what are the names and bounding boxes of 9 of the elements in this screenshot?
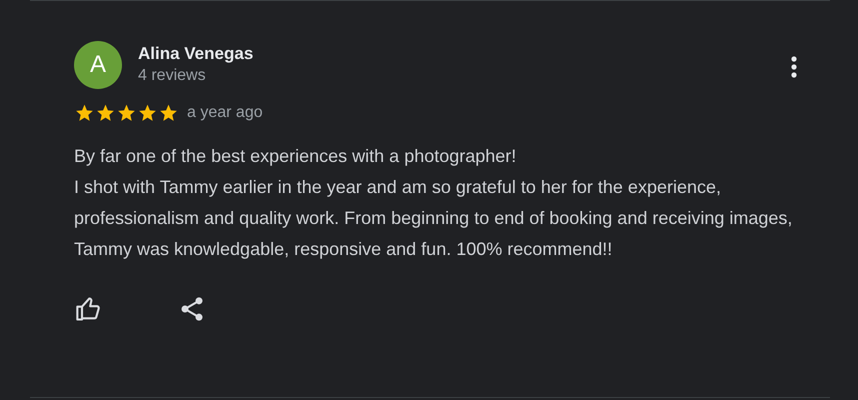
review-count: 4 reviews <box>138 66 207 86</box>
star-icon <box>74 103 95 123</box>
star-icon <box>137 103 158 123</box>
star-icon <box>116 103 137 123</box>
review-time: a year ago <box>187 103 263 123</box>
reviewer-name[interactable]: Alina Venegas <box>138 43 254 65</box>
review-text: By far one of the best experiences with a photographer! I shot with Tammy earlier in the year and am so grateful to her for the experience, professionalism and quality work. From beginning to end of booking and receiving images, Tammy was knowledgable, responsive and fun. 100% recommend!! <box>74 145 794 261</box>
star-icon <box>158 103 179 123</box>
star-icon <box>95 103 116 123</box>
